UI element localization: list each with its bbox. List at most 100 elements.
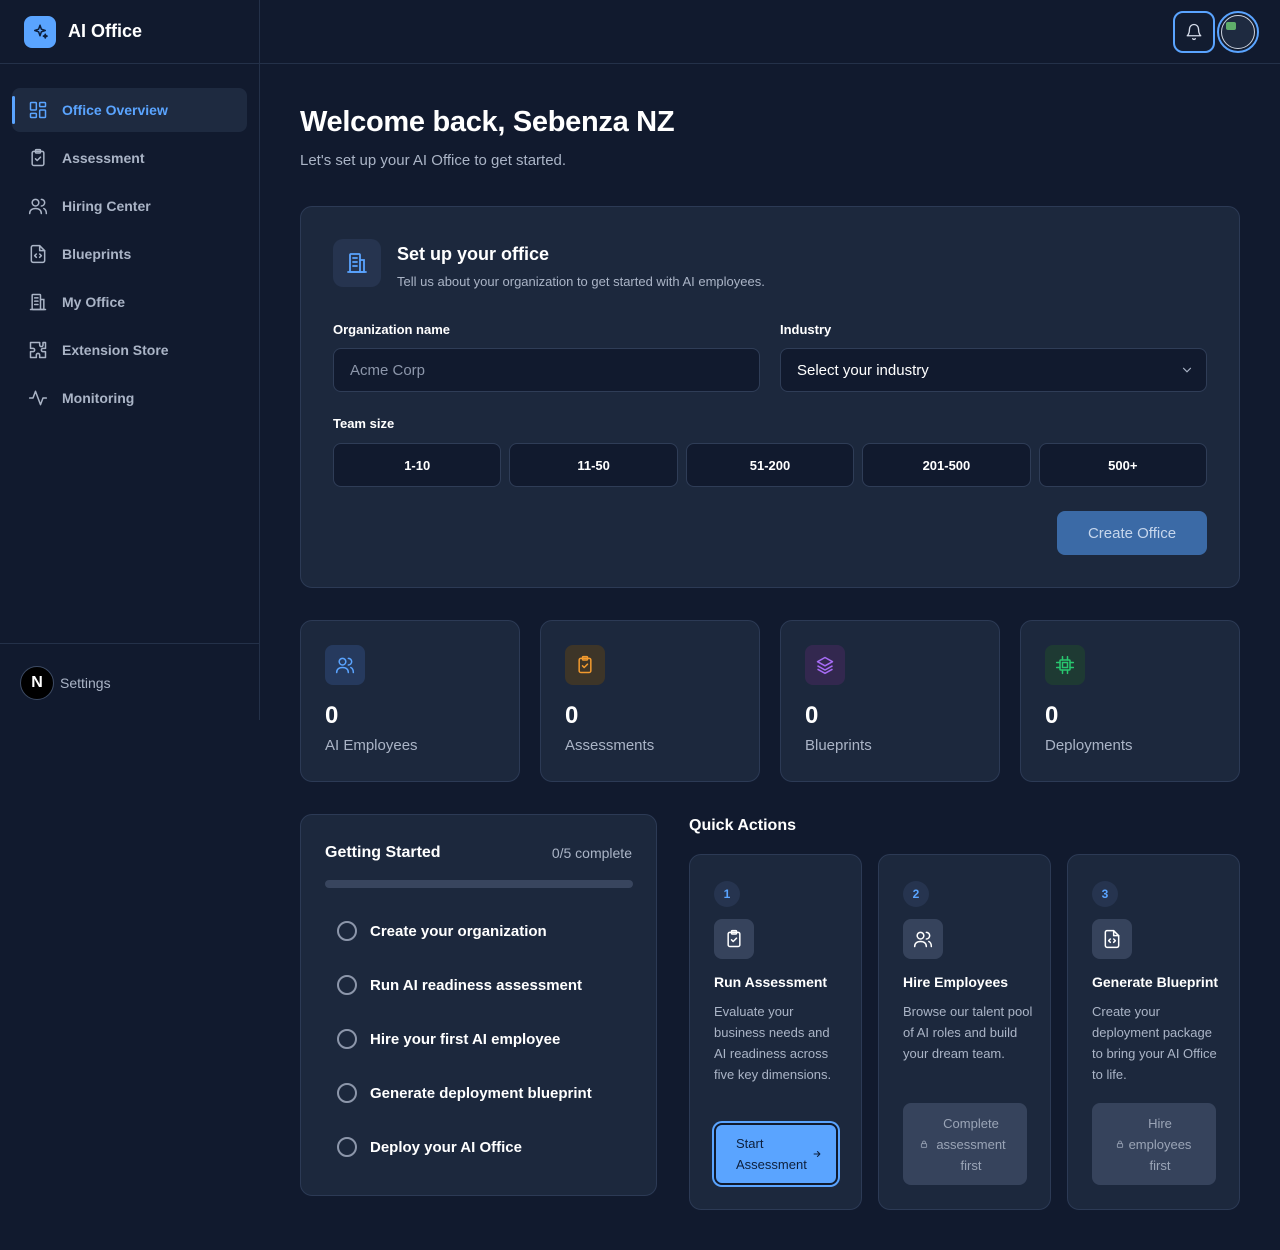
page-subtitle: Let's set up your AI Office to get start… (300, 152, 567, 169)
stat-value: 0 (805, 702, 819, 729)
avatar-button[interactable] (1217, 11, 1259, 53)
circle-icon (337, 975, 357, 995)
circle-icon (337, 1029, 357, 1049)
stat-card-deployments: 0 Deployments (1020, 620, 1240, 782)
quick-actions-heading: Quick Actions (689, 817, 796, 834)
sidebar-nav: Office Overview Assessment Hiring Center… (0, 64, 259, 420)
stat-card-assessments: 0 Assessments (540, 620, 760, 782)
sidebar-item-office-overview[interactable]: Office Overview (12, 88, 247, 132)
checklist-label: Generate deployment blueprint (370, 1084, 592, 1102)
quick-action-title: Generate Blueprint (1092, 974, 1219, 990)
checklist-item[interactable]: Generate deployment blueprint (337, 1083, 592, 1103)
clipboard-check-icon (28, 148, 48, 168)
sidebar-item-blueprints[interactable]: Blueprints (12, 232, 247, 276)
user-badge[interactable]: N (20, 666, 54, 700)
grid-icon (28, 100, 48, 120)
quick-action-title: Hire Employees (903, 974, 1009, 990)
sidebar-item-hiring-center[interactable]: Hiring Center (12, 184, 247, 228)
arrow-right-icon (812, 1149, 822, 1159)
button-label: Complete assessment first (936, 1115, 1006, 1173)
team-size-options: 1-10 11-50 51-200 201-500 500+ (333, 443, 1208, 487)
quick-action-description: Create your deployment package to bring … (1092, 1004, 1217, 1082)
step-number: 3 (1092, 881, 1118, 907)
sidebar-item-my-office[interactable]: My Office (12, 280, 247, 324)
checklist-item[interactable]: Hire your first AI employee (337, 1029, 560, 1049)
checklist-item[interactable]: Run AI readiness assessment (337, 975, 582, 995)
bell-icon (1185, 23, 1203, 41)
topbar (260, 0, 1280, 64)
sidebar-settings[interactable]: N Settings (0, 643, 259, 700)
clipboard-check-icon (565, 645, 605, 685)
stat-label: Assessments (565, 737, 655, 754)
stat-card-blueprints: 0 Blueprints (780, 620, 1000, 782)
clipboard-check-icon (714, 919, 754, 959)
step-number: 1 (714, 881, 740, 907)
building-icon (28, 292, 48, 312)
button-label: Start Assessment (736, 1136, 807, 1172)
team-size-option[interactable]: 11-50 (509, 443, 678, 487)
building-icon (333, 239, 381, 287)
users-icon (325, 645, 365, 685)
org-name-input[interactable] (333, 348, 760, 392)
users-icon (28, 196, 48, 216)
checklist-label: Create your organization (370, 922, 547, 940)
sidebar-item-monitoring[interactable]: Monitoring (12, 376, 247, 420)
file-code-icon (1092, 919, 1132, 959)
sparkle-icon (24, 15, 56, 48)
sidebar-item-assessment[interactable]: Assessment (12, 136, 247, 180)
stat-value: 0 (565, 702, 579, 729)
page-title: Welcome back, Sebenza NZ (300, 106, 675, 138)
sidebar-item-label: Hiring Center (62, 198, 151, 214)
checklist-label: Run AI readiness assessment (370, 976, 583, 994)
stat-label: Blueprints (805, 737, 872, 754)
sidebar-item-label: Office Overview (62, 102, 168, 118)
sidebar-item-label: Blueprints (62, 246, 132, 262)
settings-label: Settings (60, 675, 111, 691)
circle-icon (337, 921, 357, 941)
users-icon (903, 919, 943, 959)
lock-icon (920, 1140, 928, 1148)
sidebar-item-extension-store[interactable]: Extension Store (12, 328, 247, 372)
org-name-label: Organization name (333, 322, 451, 337)
industry-select-value: Select your industry (797, 361, 929, 379)
start-assessment-button[interactable]: Start Assessment (714, 1123, 838, 1185)
quick-action-title: Run Assessment (714, 974, 828, 990)
stat-card-ai-employees: 0 AI Employees (300, 620, 520, 782)
puzzle-icon (28, 340, 48, 360)
getting-started-progress (325, 880, 633, 888)
stat-value: 0 (325, 702, 339, 729)
app-name: AI Office (68, 21, 143, 41)
quick-action-description: Browse our talent pool of AI roles and b… (903, 1004, 1033, 1061)
chevron-down-icon (1180, 363, 1194, 377)
circle-icon (337, 1137, 357, 1157)
sidebar-item-label: My Office (62, 294, 126, 310)
setup-title: Set up your office (397, 244, 550, 264)
quick-action-hire-employees: 2 Hire Employees Browse our talent pool … (878, 854, 1051, 1210)
team-size-option[interactable]: 51-200 (685, 443, 855, 487)
lock-icon (1116, 1140, 1124, 1148)
getting-started-card: Getting Started 0/5 complete Create your… (300, 814, 657, 1196)
avatar (1221, 15, 1255, 49)
team-size-option[interactable]: 500+ (1038, 443, 1208, 487)
brand[interactable]: AI Office (0, 0, 259, 64)
notifications-button[interactable] (1173, 11, 1215, 53)
sidebar-item-label: Assessment (62, 150, 145, 166)
activity-icon (28, 388, 48, 408)
cpu-icon (1045, 645, 1085, 685)
checklist-label: Deploy your AI Office (370, 1138, 522, 1156)
team-size-option[interactable]: 1-10 (333, 443, 502, 487)
step-number: 2 (903, 881, 929, 907)
stat-label: AI Employees (325, 737, 418, 754)
sidebar: AI Office Office Overview Assessment Hir… (0, 0, 260, 720)
button-label: Hire employees first (1128, 1115, 1192, 1173)
team-size-option[interactable]: 201-500 (862, 443, 1031, 487)
checklist-item[interactable]: Deploy your AI Office (337, 1137, 522, 1157)
hire-employees-first-button[interactable]: Hire employees first (1092, 1103, 1216, 1185)
industry-select[interactable]: Select your industry (780, 348, 1207, 392)
create-office-button[interactable]: Create Office (1057, 511, 1207, 555)
industry-label: Industry (780, 322, 832, 337)
layers-icon (805, 645, 845, 685)
team-size-label: Team size (333, 416, 395, 431)
complete-assessment-first-button[interactable]: Complete assessment first (903, 1103, 1027, 1185)
checklist-item[interactable]: Create your organization (337, 921, 547, 941)
